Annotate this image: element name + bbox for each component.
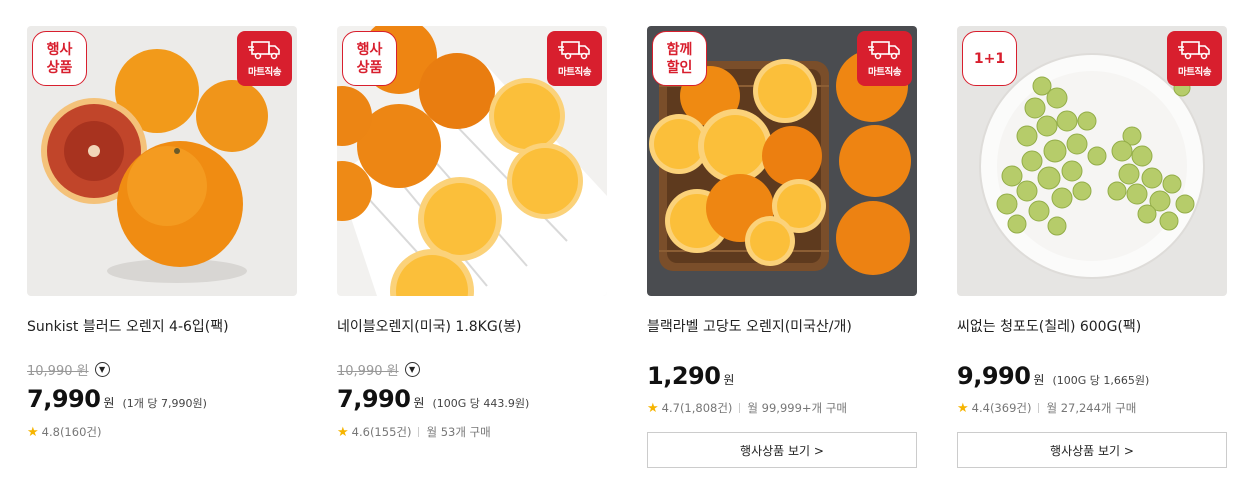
product-image-link[interactable]: 행사 상품 마트직송 (27, 26, 297, 296)
delivery-truck-icon (247, 41, 280, 60)
chevron-down-circle-icon[interactable]: ▼ (404, 362, 420, 377)
divider (418, 427, 420, 437)
star-icon: ★ (957, 400, 969, 416)
product-name[interactable]: 네이블오렌지(미국) 1.8KG(봉) (337, 316, 607, 336)
unit-price: (1개 당 7,990원) (122, 397, 207, 410)
star-icon: ★ (27, 424, 39, 440)
delivery-truck-icon (1177, 41, 1210, 60)
delivery-truck-icon (557, 41, 590, 60)
mart-delivery-label: 마트직송 (558, 67, 591, 78)
product-card[interactable]: 1+1 마트직송 씨없는 청포도(칠레) 600G(팩) 9,990 원 (10… (957, 26, 1227, 468)
star-icon: ★ (647, 400, 659, 416)
sale-price: 7,990 (27, 385, 101, 413)
monthly-sales: 월 99,999+개 구매 (747, 401, 847, 415)
price-currency: 원 (103, 396, 115, 410)
event-badge: 행사 상품 (342, 31, 397, 86)
mart-delivery-badge: 마트직송 (1167, 31, 1222, 86)
product-card[interactable]: 함께 할인 마트직송 블랙라벨 고당도 오렌지(미국산/개) 1,290 원 ★… (647, 26, 917, 468)
rating-text: 4.8(160건) (41, 425, 102, 439)
price-currency: 원 (413, 396, 425, 410)
monthly-sales: 월 27,244개 구매 (1046, 401, 1137, 415)
delivery-truck-icon (867, 41, 900, 60)
mart-delivery-badge: 마트직송 (857, 31, 912, 86)
original-price: 10,990 원 (27, 364, 89, 379)
monthly-sales: 월 53개 구매 (426, 425, 491, 439)
sale-price: 7,990 (337, 385, 411, 413)
product-card[interactable]: 행사 상품 마트직송 네이블오렌지(미국) 1.8KG(봉) 10,990 원 … (337, 26, 607, 440)
mart-delivery-badge: 마트직송 (547, 31, 602, 86)
view-event-products-button[interactable]: 행사상품 보기 > (957, 432, 1227, 468)
mart-delivery-label: 마트직송 (248, 67, 281, 78)
price-currency: 원 (1033, 373, 1045, 387)
product-image-link[interactable]: 함께 할인 마트직송 (647, 26, 917, 296)
unit-price: (100G 당 1,665원) (1052, 374, 1150, 387)
original-price: 10,990 원 (337, 364, 399, 379)
divider (739, 403, 741, 413)
mart-delivery-label: 마트직송 (1178, 67, 1211, 78)
product-image-link[interactable]: 1+1 마트직송 (957, 26, 1227, 296)
product-name[interactable]: 씨없는 청포도(칠레) 600G(팩) (957, 316, 1227, 336)
price-currency: 원 (723, 373, 735, 387)
divider (1038, 403, 1040, 413)
rating-text: 4.6(155건) (351, 425, 412, 439)
product-name[interactable]: Sunkist 블러드 오렌지 4-6입(팩) (27, 316, 297, 336)
star-icon: ★ (337, 424, 349, 440)
event-badge: 행사 상품 (32, 31, 87, 86)
mart-delivery-label: 마트직송 (868, 67, 901, 78)
unit-price: (100G 당 443.9원) (432, 397, 530, 410)
rating-text: 4.7(1,808건) (661, 401, 733, 415)
sale-price: 1,290 (647, 362, 721, 390)
product-image-link[interactable]: 행사 상품 마트직송 (337, 26, 607, 296)
sale-price: 9,990 (957, 362, 1031, 390)
mart-delivery-badge: 마트직송 (237, 31, 292, 86)
chevron-down-circle-icon[interactable]: ▼ (94, 362, 110, 377)
rating-text: 4.4(369건) (971, 401, 1032, 415)
view-event-products-button[interactable]: 행사상품 보기 > (647, 432, 917, 468)
product-card[interactable]: 행사 상품 마트직송 Sunkist 블러드 오렌지 4-6입(팩) 10,99… (27, 26, 297, 440)
event-badge: 1+1 (962, 31, 1017, 86)
product-name[interactable]: 블랙라벨 고당도 오렌지(미국산/개) (647, 316, 917, 336)
event-badge: 함께 할인 (652, 31, 707, 86)
